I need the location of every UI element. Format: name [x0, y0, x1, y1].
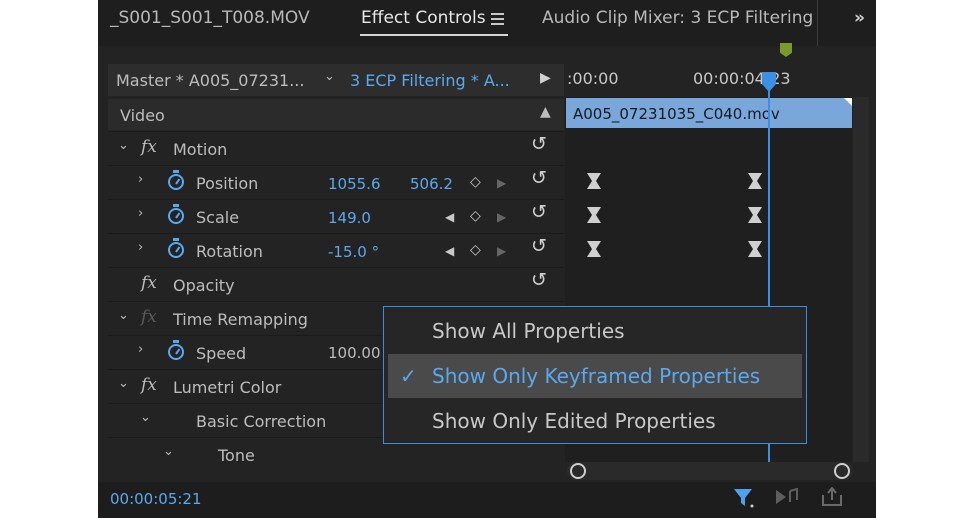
keyframe-icon[interactable] — [748, 241, 762, 257]
video-section-label: Video — [120, 106, 165, 125]
sequence-clip-label[interactable]: 3 ECP Filtering * A... — [350, 71, 510, 90]
tab-source[interactable]: _S001_S001_T008.MOV — [110, 8, 310, 28]
stopwatch-icon[interactable] — [168, 170, 184, 190]
scroll-handle-right[interactable] — [834, 463, 850, 479]
next-keyframe-icon[interactable]: ▶ — [497, 244, 506, 258]
tab-divider — [817, 0, 818, 46]
basic-correction-label: Basic Correction — [196, 412, 327, 431]
opacity-label: Opacity — [173, 276, 235, 295]
panel-menu-icon[interactable] — [491, 13, 504, 28]
collapse-up-icon[interactable]: ▲ — [540, 104, 551, 120]
menu-item-show-keyframed[interactable]: ✓ Show Only Keyframed Properties — [388, 354, 802, 398]
clip-name: A005_07231035_C040.mov — [573, 105, 780, 123]
current-timecode[interactable]: 00:00:05:21 — [110, 490, 202, 508]
chevron-down-icon[interactable]: ⌄ — [118, 138, 129, 153]
chevron-right-icon[interactable]: › — [138, 206, 143, 221]
chevron-right-icon[interactable]: › — [138, 172, 143, 187]
chevron-right-icon[interactable]: › — [138, 240, 143, 255]
stopwatch-icon[interactable] — [168, 204, 184, 224]
tab-overflow-icon[interactable]: » — [854, 8, 865, 28]
playhead-handle-icon[interactable] — [760, 72, 778, 92]
speed-label: Speed — [196, 344, 247, 363]
stopwatch-icon[interactable] — [168, 238, 184, 258]
reset-icon[interactable]: ↺ — [531, 235, 547, 257]
chevron-down-icon[interactable]: ⌄ — [118, 376, 129, 391]
checkmark-icon: ✓ — [400, 364, 417, 388]
previous-keyframe-icon[interactable]: ◀ — [445, 210, 454, 224]
play-only-audio-icon[interactable]: ▶ — [540, 70, 551, 86]
add-keyframe-icon[interactable]: ◇ — [470, 242, 481, 258]
scale-value[interactable]: 149.0 — [328, 209, 371, 227]
context-menu: Show All Properties ✓ Show Only Keyframe… — [383, 306, 807, 444]
next-keyframe-icon[interactable]: ▶ — [497, 210, 506, 224]
position-label: Position — [196, 174, 259, 193]
keyframe-icon[interactable] — [587, 173, 601, 189]
chevron-down-icon[interactable]: ⌄ — [140, 410, 151, 425]
play-audio-icon[interactable] — [775, 488, 801, 506]
timeline-zoom-scrollbar[interactable] — [567, 462, 853, 480]
fx-icon[interactable]: fx — [141, 307, 157, 327]
add-keyframe-icon[interactable]: ◇ — [470, 174, 481, 190]
time-remapping-label: Time Remapping — [173, 310, 308, 329]
keyframe-icon[interactable] — [748, 207, 762, 223]
chevron-down-icon[interactable]: ⌄ — [118, 308, 129, 323]
add-keyframe-icon[interactable]: ◇ — [470, 208, 481, 224]
reset-icon[interactable]: ↺ — [531, 167, 547, 189]
reset-icon[interactable]: ↺ — [531, 201, 547, 223]
export-icon[interactable] — [820, 487, 844, 507]
scale-label: Scale — [196, 208, 240, 227]
video-section-header — [108, 99, 564, 130]
previous-keyframe-icon[interactable]: ◀ — [445, 244, 454, 258]
ruler-start-time: :00:00 — [567, 69, 619, 88]
motion-label: Motion — [173, 140, 228, 159]
fx-icon[interactable]: fx — [141, 375, 157, 395]
vertical-scrollbar[interactable] — [853, 97, 869, 462]
keyframe-icon[interactable] — [748, 173, 762, 189]
master-clip-label[interactable]: Master * A005_07231... — [116, 71, 304, 90]
reset-icon[interactable]: ↺ — [531, 269, 547, 291]
next-keyframe-icon[interactable]: ▶ — [497, 176, 506, 190]
tab-audio-clip-mixer[interactable]: Audio Clip Mixer: 3 ECP Filtering — [542, 8, 813, 28]
tone-label: Tone — [218, 446, 255, 465]
stopwatch-icon[interactable] — [168, 340, 184, 360]
menu-item-show-edited[interactable]: Show Only Edited Properties — [388, 399, 802, 443]
menu-item-label: Show All Properties — [432, 319, 625, 343]
filter-icon[interactable] — [733, 488, 755, 508]
chevron-right-icon[interactable]: › — [138, 342, 143, 357]
clip-end-marker — [844, 98, 852, 106]
chevron-down-icon[interactable]: ⌄ — [324, 69, 335, 84]
keyframe-icon[interactable] — [587, 207, 601, 223]
menu-item-label: Show Only Keyframed Properties — [432, 364, 761, 388]
keyframe-icon[interactable] — [587, 241, 601, 257]
tab-effect-controls[interactable]: Effect Controls — [361, 8, 486, 28]
panel-footer — [98, 482, 876, 518]
scroll-handle-left[interactable] — [570, 463, 586, 479]
rotation-label: Rotation — [196, 242, 263, 261]
position-x-value[interactable]: 1055.6 — [328, 175, 381, 193]
reset-icon[interactable]: ↺ — [531, 133, 547, 155]
menu-item-show-all[interactable]: Show All Properties — [388, 309, 802, 353]
fx-icon[interactable]: fx — [141, 137, 157, 157]
menu-item-label: Show Only Edited Properties — [432, 409, 716, 433]
chevron-down-icon[interactable]: ⌄ — [163, 444, 174, 459]
rotation-value[interactable]: -15.0 ° — [328, 243, 379, 261]
active-tab-indicator — [360, 34, 508, 36]
lumetri-label: Lumetri Color — [173, 378, 282, 397]
position-y-value[interactable]: 506.2 — [410, 175, 453, 193]
speed-value[interactable]: 100.00 — [328, 344, 381, 362]
fx-icon[interactable]: fx — [141, 273, 157, 293]
